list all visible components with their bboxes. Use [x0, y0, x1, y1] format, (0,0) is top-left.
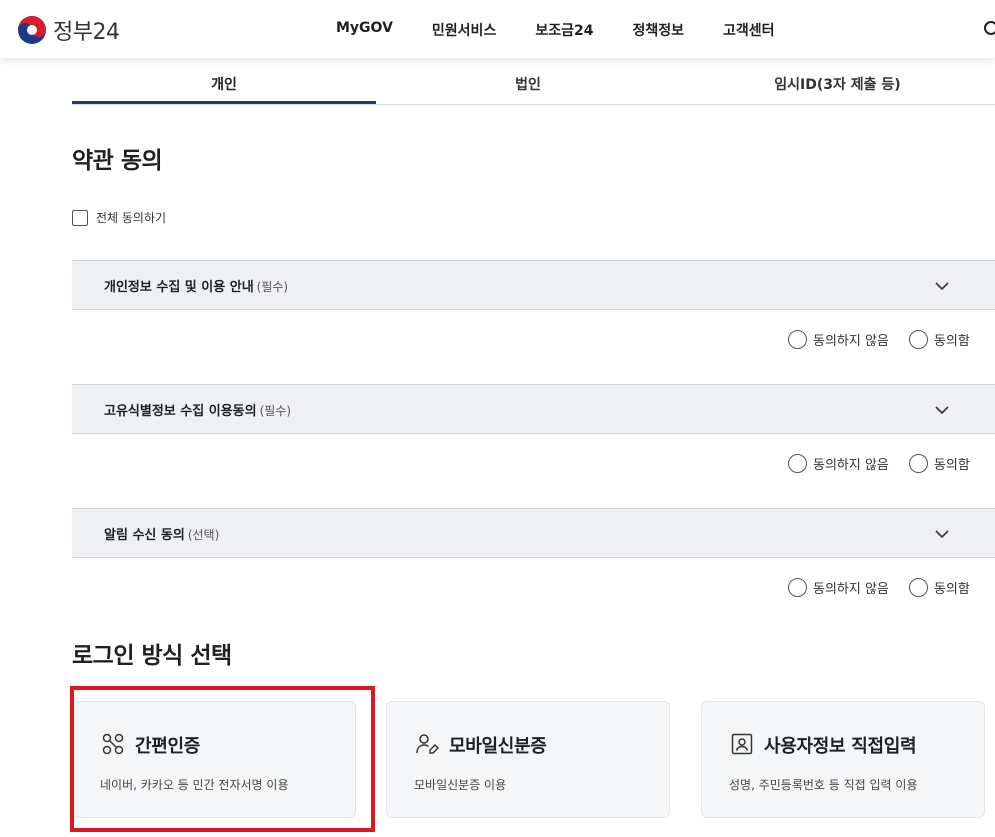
card-title: 간편인증	[135, 736, 201, 757]
accordion-title: 고유식별정보 수집 이용동의 (필수)	[104, 400, 291, 419]
agree-radio[interactable]: 동의함	[908, 330, 970, 349]
agree-label: 동의함	[933, 458, 970, 473]
chevron-down-icon	[935, 530, 949, 539]
tab-temporary-id[interactable]: 임시ID(3자 제출 등)	[680, 60, 995, 104]
terms-accordion-notification[interactable]: 알림 수신 동의 (선택)	[72, 508, 995, 558]
checkbox-box[interactable]	[72, 209, 88, 226]
radio-circle[interactable]	[908, 330, 928, 349]
agree-radio[interactable]: 동의함	[908, 578, 970, 597]
simple-auth-icon	[102, 733, 124, 755]
login-card-user-info[interactable]: 사용자정보 직접입력 성명, 주민등록번호 등 직접 입력 이용	[701, 701, 985, 818]
search-icon[interactable]	[983, 20, 995, 38]
login-section-title: 로그인 방식 선택	[72, 643, 232, 669]
nav-policy-info[interactable]: 정책정보	[632, 20, 684, 40]
chevron-down-icon	[935, 406, 949, 415]
tab-individual[interactable]: 개인	[72, 60, 376, 104]
consent-radio-group-notification: 동의하지 않음 동의함	[788, 578, 970, 597]
login-card-simple-auth[interactable]: 간편인증 네이버, 카카오 등 민간 전자서명 이용	[72, 701, 356, 818]
chevron-down-icon	[935, 282, 949, 291]
nav-mygov[interactable]: MyGOV	[336, 20, 393, 40]
accordion-title: 개인정보 수집 및 이용 안내 (필수)	[104, 276, 288, 295]
agree-label: 동의함	[933, 582, 970, 597]
mobile-id-icon	[416, 734, 439, 754]
login-card-mobile-id[interactable]: 모바일신분증 모바일신분증 이용	[386, 701, 670, 818]
card-desc: 네이버, 카카오 등 민간 전자서명 이용	[100, 778, 289, 792]
card-desc: 성명, 주민등록번호 등 직접 입력 이용	[729, 778, 918, 792]
agree-label: 동의함	[933, 334, 970, 349]
card-title: 모바일신분증	[449, 736, 547, 757]
tab-corporation[interactable]: 법인	[376, 60, 680, 104]
top-header: 정부24 MyGOV 민원서비스 보조금24 정책정보 고객센터	[0, 0, 995, 58]
radio-circle[interactable]	[908, 578, 928, 597]
taegeuk-logo-icon	[18, 16, 46, 44]
disagree-label: 동의하지 않음	[813, 458, 889, 473]
consent-radio-group-privacy: 동의하지 않음 동의함	[788, 330, 970, 349]
terms-accordion-unique-id[interactable]: 고유식별정보 수집 이용동의 (필수)	[72, 384, 995, 434]
radio-circle[interactable]	[788, 330, 807, 349]
agree-all-checkbox[interactable]: 전체 동의하기	[72, 209, 166, 226]
accordion-title-text: 개인정보 수집 및 이용 안내	[104, 280, 254, 295]
agree-all-label: 전체 동의하기	[96, 211, 167, 225]
agree-radio[interactable]: 동의함	[908, 454, 970, 473]
terms-accordion-privacy[interactable]: 개인정보 수집 및 이용 안내 (필수)	[72, 260, 995, 310]
consent-radio-group-unique-id: 동의하지 않음 동의함	[788, 454, 970, 473]
terms-section-title: 약관 동의	[72, 148, 163, 174]
radio-circle[interactable]	[788, 578, 807, 597]
member-type-tabs: 개인 법인 임시ID(3자 제출 등)	[72, 60, 995, 105]
main-nav: MyGOV 민원서비스 보조금24 정책정보 고객센터	[336, 20, 814, 40]
logo-text: 정부24	[53, 20, 120, 45]
disagree-label: 동의하지 않음	[813, 334, 889, 349]
card-title: 사용자정보 직접입력	[764, 736, 917, 757]
accordion-title: 알림 수신 동의 (선택)	[104, 524, 219, 543]
required-note: (필수)	[259, 404, 292, 418]
nav-subsidy24[interactable]: 보조금24	[535, 20, 593, 40]
accordion-title-text: 알림 수신 동의	[104, 528, 185, 543]
radio-circle[interactable]	[908, 454, 928, 473]
radio-circle[interactable]	[788, 454, 807, 473]
card-desc: 모바일신분증 이용	[414, 778, 507, 792]
disagree-radio[interactable]: 동의하지 않음	[788, 454, 889, 473]
nav-civil-service[interactable]: 민원서비스	[432, 20, 496, 40]
disagree-radio[interactable]: 동의하지 않음	[788, 330, 889, 349]
disagree-radio[interactable]: 동의하지 않음	[788, 578, 889, 597]
disagree-label: 동의하지 않음	[813, 582, 889, 597]
required-note: (필수)	[256, 280, 289, 294]
user-info-icon	[731, 733, 753, 755]
accordion-title-text: 고유식별정보 수집 이용동의	[104, 404, 257, 419]
nav-customer-center[interactable]: 고객센터	[723, 20, 775, 40]
optional-note: (선택)	[187, 528, 220, 542]
gov24-logo[interactable]: 정부24	[17, 14, 120, 46]
